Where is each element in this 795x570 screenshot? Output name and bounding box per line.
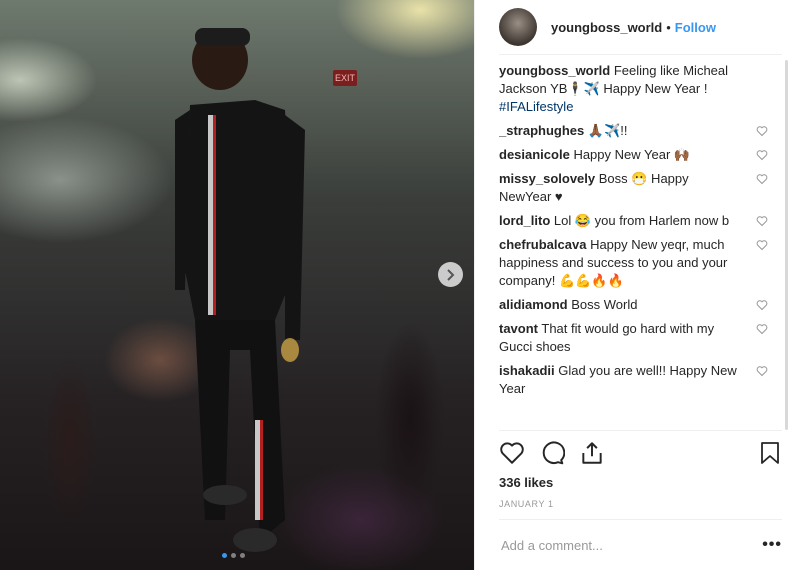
person-figure [175,28,305,552]
comment-item: alidiamond Boss World [499,296,768,314]
heart-icon[interactable] [756,149,768,161]
post-actions [497,440,782,468]
comment-item: tavont That fit would go hard with my Gu… [499,320,768,356]
heart-icon[interactable] [756,365,768,377]
post-date: JANUARY 1 [499,499,554,509]
comment-item: chefrubalcava Happy New yeqr, much happi… [499,236,768,290]
heart-icon[interactable] [756,239,768,251]
heart-icon[interactable] [756,173,768,185]
caption-hashtag[interactable]: #IFALifestyle [499,99,573,114]
heart-icon[interactable] [756,323,768,335]
comment-username[interactable]: alidiamond [499,297,568,312]
comment-text: 🙏🏾✈️!! [587,123,628,138]
heart-icon[interactable] [756,125,768,137]
actions-divider [499,430,782,431]
comment-username[interactable]: ishakadii [499,363,555,378]
comment-item: lord_lito Lol 😂 you from Harlem now b [499,212,768,230]
comment-item: ishakadii Glad you are well!! Happy New … [499,362,768,398]
comment-text: Lol 😂 you from Harlem now b [553,213,730,228]
carousel-indicator [222,553,245,558]
comment-username[interactable]: _straphughes [499,123,584,138]
share-icon[interactable] [579,440,605,466]
comment-text: Happy New Year 🙌🏾 [573,147,691,162]
follow-button[interactable]: Follow [675,20,716,35]
comments-list: youngboss_world Feeling like Micheal Jac… [499,62,768,428]
comment-icon[interactable] [539,440,565,466]
comment-username[interactable]: tavont [499,321,538,336]
heart-icon[interactable] [756,299,768,311]
comment-text: Boss World [571,297,638,312]
heart-icon[interactable] [499,440,525,466]
caption: youngboss_world Feeling like Micheal Jac… [499,62,768,116]
bookmark-icon[interactable] [758,440,782,466]
comment-username[interactable]: missy_solovely [499,171,595,186]
header-username[interactable]: youngboss_world [551,20,662,35]
comment-item: missy_solovely Boss 😷 Happy NewYear ♥ [499,170,768,206]
next-slide-button[interactable] [438,262,463,287]
header-separator: • [666,19,671,35]
carousel-dot [222,553,227,558]
post-photo[interactable]: EXIT [0,0,474,570]
comment-item: _straphughes 🙏🏾✈️!! [499,122,768,140]
add-comment-input[interactable] [499,536,763,554]
more-icon[interactable]: ••• [762,536,782,554]
add-comment-bar: ••• [499,520,782,570]
chevron-right-icon [446,268,454,281]
post-side-panel: youngboss_world • Follow youngboss_world… [474,0,795,570]
exit-sign: EXIT [333,70,357,86]
heart-icon[interactable] [756,215,768,227]
caption-username[interactable]: youngboss_world [499,63,610,78]
comments-scrollbar[interactable] [785,60,788,430]
comment-username[interactable]: desianicole [499,147,570,162]
post-header: youngboss_world • Follow [499,0,782,55]
comment-username[interactable]: lord_lito [499,213,550,228]
avatar[interactable] [499,8,537,46]
likes-count[interactable]: 336 likes [499,475,553,490]
comment-item: desianicole Happy New Year 🙌🏾 [499,146,768,164]
carousel-dot [240,553,245,558]
carousel-dot [231,553,236,558]
comment-username[interactable]: chefrubalcava [499,237,586,252]
